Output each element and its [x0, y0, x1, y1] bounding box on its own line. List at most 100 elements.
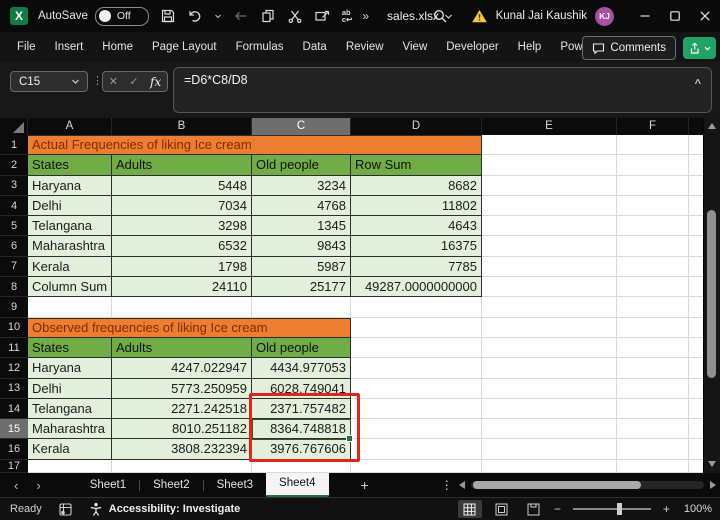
menu-help[interactable]: Help [518, 41, 542, 53]
cancel-icon[interactable]: ✕ [109, 75, 118, 88]
cell-A1[interactable]: Actual Frequencies of liking Ice cream [28, 135, 482, 155]
cell-C4[interactable]: 4768 [252, 196, 351, 216]
cell-C2[interactable]: Old people [252, 155, 351, 175]
cell-C9[interactable] [252, 297, 351, 317]
select-all-button[interactable] [0, 118, 28, 135]
cell-D3[interactable]: 8682 [351, 176, 482, 196]
cell-C8[interactable]: 25177 [252, 277, 351, 297]
cell-D12[interactable] [351, 358, 482, 378]
cell-F17[interactable] [617, 460, 689, 473]
cell-D4[interactable]: 11802 [351, 196, 482, 216]
cell-D13[interactable] [351, 379, 482, 399]
cell-E16[interactable] [482, 439, 617, 459]
row-header-9[interactable]: 9 [0, 297, 28, 317]
cell-A12[interactable]: Haryana [28, 358, 112, 378]
cell-D8[interactable]: 49287.0000000000 [351, 277, 482, 297]
cell-E9[interactable] [482, 297, 617, 317]
cell-E12[interactable] [482, 358, 617, 378]
cell-A10[interactable]: Observed frequencies of liking Ice cream [28, 318, 351, 338]
cell-A16[interactable]: Kerala [28, 439, 112, 459]
zoom-level[interactable]: 100% [684, 503, 712, 515]
cell-F3[interactable] [617, 176, 689, 196]
horizontal-scrollbar[interactable] [459, 481, 716, 489]
row-header-12[interactable]: 12 [0, 358, 28, 378]
cell-C13[interactable]: 6028.749041 [252, 379, 351, 399]
cell-A3[interactable]: Haryana [28, 176, 112, 196]
cell-E6[interactable] [482, 236, 617, 256]
cell-D10[interactable] [351, 318, 482, 338]
cell-E7[interactable] [482, 257, 617, 277]
cell-D17[interactable] [351, 460, 482, 473]
cell-E1[interactable] [482, 135, 617, 155]
cell-F15[interactable] [617, 419, 689, 439]
zoom-slider[interactable] [573, 508, 651, 510]
avatar[interactable]: KJ [595, 7, 614, 26]
cell-F9[interactable] [617, 297, 689, 317]
cell-B2[interactable]: Adults [112, 155, 252, 175]
cell-B11[interactable]: Adults [112, 338, 252, 358]
maximize-button[interactable] [660, 0, 690, 32]
cell-A4[interactable]: Delhi [28, 196, 112, 216]
page-break-view-button[interactable] [522, 500, 546, 518]
cell-B6[interactable]: 6532 [112, 236, 252, 256]
cell-F2[interactable] [617, 155, 689, 175]
cell-B13[interactable]: 5773.250959 [112, 379, 252, 399]
user-name[interactable]: Kunal Jai Kaushik [496, 10, 587, 22]
zoom-in-button[interactable]: + [663, 502, 670, 516]
column-header-F[interactable]: F [617, 118, 689, 135]
prev-sheet-icon[interactable]: ‹ [14, 478, 18, 493]
scroll-right-icon[interactable] [710, 481, 716, 489]
menu-developer[interactable]: Developer [446, 41, 498, 53]
scroll-left-icon[interactable] [459, 481, 465, 489]
cell-F4[interactable] [617, 196, 689, 216]
cell-F5[interactable] [617, 216, 689, 236]
cell-E2[interactable] [482, 155, 617, 175]
cell-A8[interactable]: Column Sum [28, 277, 112, 297]
row-header-11[interactable]: 11 [0, 338, 28, 358]
cell-E5[interactable] [482, 216, 617, 236]
add-sheet-button[interactable]: + [361, 477, 369, 493]
name-box-dropdown-icon[interactable] [71, 77, 80, 86]
cell-A6[interactable]: Maharashtra [28, 236, 112, 256]
minimize-button[interactable] [630, 0, 660, 32]
enter-icon[interactable]: ✓ [129, 75, 138, 88]
cell-C6[interactable]: 9843 [252, 236, 351, 256]
cell-C11[interactable]: Old people [252, 338, 351, 358]
cell-E8[interactable] [482, 277, 617, 297]
menu-insert[interactable]: Insert [55, 41, 84, 53]
cell-B4[interactable]: 7034 [112, 196, 252, 216]
warning-icon[interactable] [471, 8, 488, 24]
accessibility-icon[interactable] [89, 502, 103, 517]
cell-F6[interactable] [617, 236, 689, 256]
cell-E3[interactable] [482, 176, 617, 196]
menu-page-layout[interactable]: Page Layout [152, 41, 217, 53]
scroll-up-icon[interactable] [708, 123, 716, 129]
comments-button[interactable]: Comments [582, 36, 676, 60]
cell-E15[interactable] [482, 419, 617, 439]
vertical-scroll-thumb[interactable] [707, 210, 716, 378]
cell-B3[interactable]: 5448 [112, 176, 252, 196]
cell-A11[interactable]: States [28, 338, 112, 358]
cell-F14[interactable] [617, 399, 689, 419]
cell-F12[interactable] [617, 358, 689, 378]
row-header-14[interactable]: 14 [0, 399, 28, 419]
cell-D6[interactable]: 16375 [351, 236, 482, 256]
cell-A9[interactable] [28, 297, 112, 317]
column-header-B[interactable]: B [112, 118, 252, 135]
cell-C15[interactable]: 8364.748818 [252, 419, 351, 439]
zoom-out-button[interactable]: − [554, 502, 561, 516]
cut-icon[interactable] [287, 8, 303, 24]
cell-D5[interactable]: 4643 [351, 216, 482, 236]
menu-data[interactable]: Data [303, 41, 327, 53]
cell-E11[interactable] [482, 338, 617, 358]
row-header-2[interactable]: 2 [0, 155, 28, 175]
column-header-C[interactable]: C [252, 118, 351, 135]
row-header-3[interactable]: 3 [0, 176, 28, 196]
cell-F1[interactable] [617, 135, 689, 155]
cell-A13[interactable]: Delhi [28, 379, 112, 399]
cell-A5[interactable]: Telangana [28, 216, 112, 236]
cell-A15[interactable]: Maharashtra [28, 419, 112, 439]
menu-formulas[interactable]: Formulas [236, 41, 284, 53]
column-header-A[interactable]: A [28, 118, 112, 135]
row-header-13[interactable]: 13 [0, 379, 28, 399]
